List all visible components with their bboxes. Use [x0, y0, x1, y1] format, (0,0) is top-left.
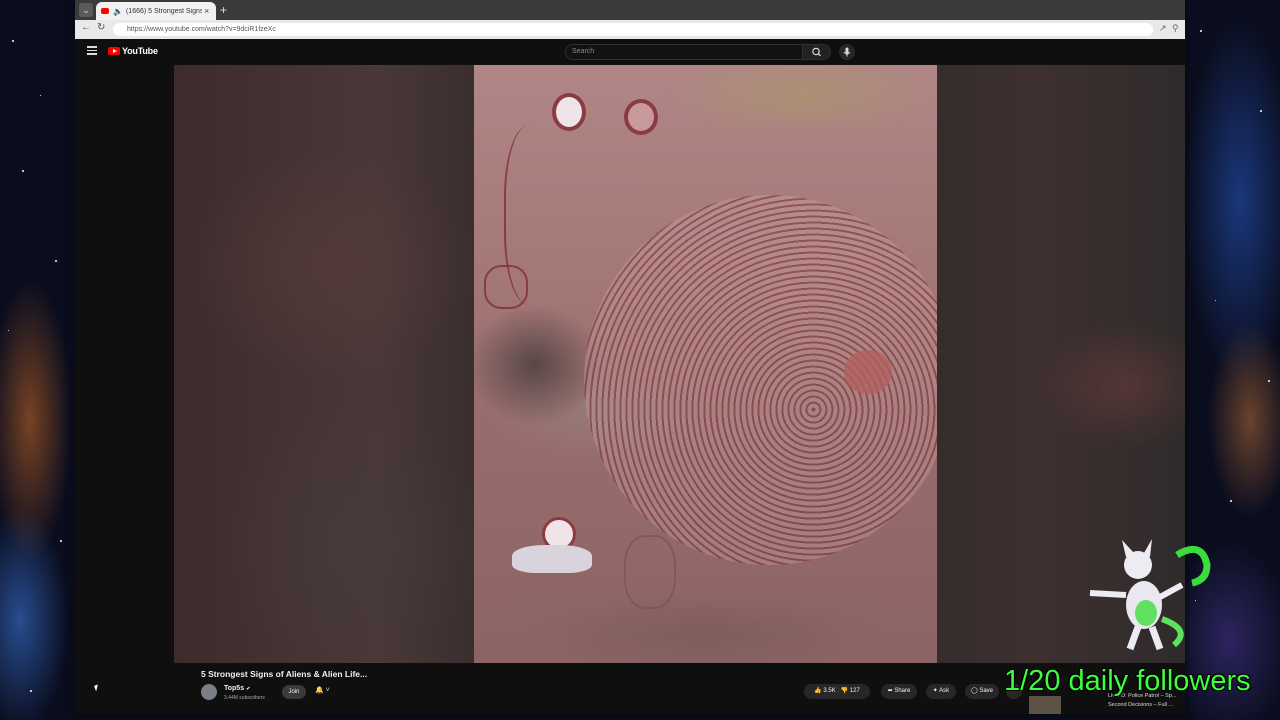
microphone-icon	[843, 47, 851, 57]
search-input[interactable]: Search	[565, 44, 803, 60]
close-icon[interactable]: ×	[204, 6, 209, 16]
star	[1268, 380, 1270, 382]
share-button[interactable]: ➦ Share	[881, 684, 917, 699]
star	[60, 540, 62, 542]
youtube-logo-text: YouTube	[122, 46, 158, 56]
share-icon: ➦	[887, 688, 893, 694]
video-frame	[474, 65, 937, 663]
share-label: Share	[894, 688, 911, 694]
browser-window: ⌄ 🔈 (1666) 5 Strongest Signs of A × + ← …	[75, 0, 1185, 714]
verified-check-icon: ✔	[246, 686, 251, 692]
rock-art-figure-head	[624, 99, 658, 135]
save-button[interactable]: ◯ Save	[965, 684, 999, 699]
star	[12, 40, 14, 42]
rock-art-figure-outline	[624, 535, 676, 609]
join-button[interactable]: Join	[282, 685, 306, 699]
channel-avatar[interactable]	[201, 684, 217, 700]
chevron-down-icon[interactable]: ⌄	[79, 3, 93, 17]
star	[30, 690, 32, 692]
star	[22, 170, 24, 172]
recommended-video-title-line2[interactable]: Second Decisions – Full ...	[1108, 702, 1173, 708]
browser-tab[interactable]: 🔈 (1666) 5 Strongest Signs of A ×	[96, 2, 216, 20]
rock-art-figure-foot	[484, 265, 528, 309]
star	[8, 330, 9, 331]
subscriber-count: 3.44M subscribers	[224, 695, 265, 701]
thumbs-down-icon: 👎	[840, 688, 849, 694]
tab-bar: ⌄ 🔈 (1666) 5 Strongest Signs of A × +	[75, 0, 1185, 20]
dislike-button[interactable]: 👎 127	[841, 688, 860, 694]
reload-icon[interactable]: ↻	[97, 22, 105, 33]
notification-bell-icon[interactable]: 🔔 ˅	[315, 686, 330, 694]
youtube-favicon-icon	[101, 8, 109, 14]
new-tab-plus-icon[interactable]: +	[220, 3, 227, 17]
search-icon	[812, 47, 821, 57]
channel-name-text: Top5s	[224, 685, 245, 692]
star	[1215, 300, 1216, 301]
like-button[interactable]: 👍 3.5K	[814, 688, 836, 694]
youtube-logo[interactable]: YouTube	[108, 46, 158, 56]
like-count: 3.5K	[823, 688, 836, 694]
open-external-icon[interactable]: ↗	[1159, 23, 1167, 34]
star	[40, 95, 41, 96]
like-dislike-group: 👍 3.5K | 👎 127	[804, 684, 870, 699]
voice-search-button[interactable]	[839, 44, 855, 60]
star	[55, 260, 57, 262]
ask-label: Ask	[939, 688, 950, 694]
mascot-overlay	[1089, 539, 1211, 651]
video-title: 5 Strongest Signs of Aliens & Alien Life…	[201, 669, 368, 679]
back-arrow-icon[interactable]: ←	[81, 22, 91, 33]
video-player[interactable]	[174, 65, 1185, 663]
rock-art-spiral-center	[844, 350, 892, 394]
url-field[interactable]: https://www.youtube.com/watch?v=9dciR1fz…	[113, 23, 1153, 36]
tab-title: (1666) 5 Strongest Signs of A	[125, 7, 202, 15]
channel-name[interactable]: Top5s ✔	[224, 685, 250, 692]
rock-art-figure-head	[552, 93, 586, 131]
speaker-icon[interactable]: 🔈	[113, 7, 123, 16]
search-button[interactable]	[803, 44, 831, 60]
daily-followers-counter: 1/20 daily followers	[1004, 665, 1251, 697]
ask-button[interactable]: ✦ Ask	[926, 684, 956, 699]
sparkle-icon: ✦	[932, 688, 938, 694]
youtube-header: YouTube Search	[75, 39, 1185, 64]
recommended-video-thumbnail[interactable]	[1029, 696, 1061, 714]
youtube-page: YouTube Search 5 Strongest Signs of Alie…	[75, 39, 1185, 714]
thumbs-up-icon: 👍	[814, 688, 822, 694]
hamburger-menu-icon[interactable]	[87, 46, 97, 55]
bookmark-icon: ◯	[970, 688, 978, 694]
dislike-count: 127	[849, 688, 860, 694]
save-label: Save	[979, 688, 994, 694]
address-bar: ← ↻ https://www.youtube.com/watch?v=9dci…	[75, 20, 1185, 39]
star	[1230, 500, 1232, 502]
youtube-play-icon	[108, 47, 120, 55]
zoom-icon[interactable]: ⚲	[1172, 23, 1179, 34]
rock-art-small-figure-body	[512, 545, 592, 573]
star	[1200, 30, 1202, 32]
star	[1260, 110, 1262, 112]
